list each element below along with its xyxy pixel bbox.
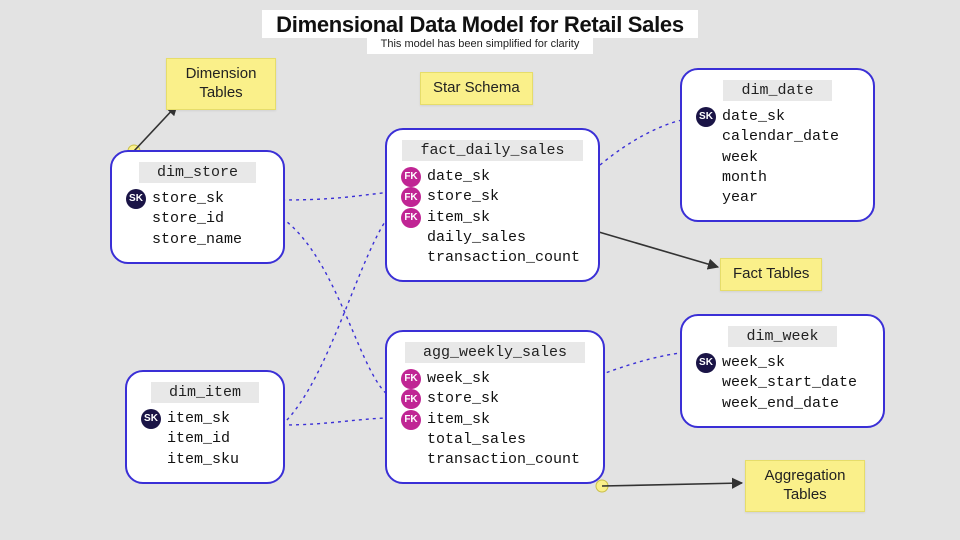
column-row: SK date_sk [696,107,859,127]
column-label: store_sk [427,187,499,207]
column-row: FK store_sk [401,389,589,409]
column-list: FK week_sk FK store_sk FK item_sktotal_salest… [401,369,589,470]
column-row: FK item_sk [401,410,589,430]
sticky-text: Fact Tables [733,265,809,282]
column-list: SK week_skweek_start_dateweek_end_date [696,353,869,414]
column-label: item_sku [167,450,239,470]
table-fact-daily-sales: fact_daily_sales FK date_sk FK store_sk FK it… [385,128,600,282]
sk-badge: SK [141,409,161,429]
column-list: FK date_sk FK store_sk FK item_skdaily_salest… [401,167,584,268]
column-row: month [696,168,859,188]
column-row: calendar_date [696,127,859,147]
column-row: total_sales [401,430,589,450]
diagram-title: Dimensional Data Model for Retail Sales [262,10,698,38]
column-row: transaction_count [401,450,589,470]
table-dim-date: dim_date SK date_skcalendar_dateweekmonth… [680,68,875,222]
column-row: FK item_sk [401,208,584,228]
column-list: SK item_skitem_iditem_sku [141,409,269,470]
table-name: dim_date [723,80,831,101]
column-row: item_sku [141,450,269,470]
diagram-subtitle: This model has been simplified for clari… [367,38,594,54]
fk-badge: FK [401,208,421,228]
column-row: week_start_date [696,373,869,393]
column-row: store_name [126,230,269,250]
diagram-header: Dimensional Data Model for Retail Sales … [0,10,960,54]
column-label: date_sk [427,167,490,187]
column-label: week_end_date [722,394,839,414]
table-dim-store: dim_store SK store_skstore_idstore_name [110,150,285,264]
column-label: transaction_count [427,450,580,470]
column-label: year [722,188,758,208]
column-row: SK week_sk [696,353,869,373]
column-label: calendar_date [722,127,839,147]
table-dim-week: dim_week SK week_skweek_start_dateweek_en… [680,314,885,428]
sk-badge: SK [696,107,716,127]
column-list: SK date_skcalendar_dateweekmonthyear [696,107,859,208]
column-label: week_sk [427,369,490,389]
table-name: dim_store [139,162,256,183]
column-row: year [696,188,859,208]
table-name: fact_daily_sales [402,140,582,161]
fk-badge: FK [401,369,421,389]
column-label: week_start_date [722,373,857,393]
column-row: FK week_sk [401,369,589,389]
column-label: date_sk [722,107,785,127]
column-label: store_sk [427,389,499,409]
table-name: dim_week [728,326,836,347]
fk-badge: FK [401,389,421,409]
column-label: item_sk [427,208,490,228]
table-name: agg_weekly_sales [405,342,585,363]
column-row: FK store_sk [401,187,584,207]
column-row: store_id [126,209,269,229]
column-label: store_name [152,230,242,250]
column-row: week [696,148,859,168]
sticky-aggregation-tables: Aggregation Tables [745,460,865,512]
sticky-star-schema: Star Schema [420,72,533,105]
table-name: dim_item [151,382,259,403]
column-label: daily_sales [427,228,526,248]
column-label: item_sk [427,410,490,430]
fk-badge: FK [401,187,421,207]
column-label: total_sales [427,430,526,450]
column-row: week_end_date [696,394,869,414]
column-list: SK store_skstore_idstore_name [126,189,269,250]
table-agg-weekly-sales: agg_weekly_sales FK week_sk FK store_sk FK it… [385,330,605,484]
column-label: item_id [167,429,230,449]
fk-badge: FK [401,167,421,187]
column-label: week_sk [722,353,785,373]
sk-badge: SK [696,353,716,373]
column-row: SK item_sk [141,409,269,429]
column-row: item_id [141,429,269,449]
column-label: store_sk [152,189,224,209]
column-label: store_id [152,209,224,229]
column-row: FK date_sk [401,167,584,187]
column-label: month [722,168,767,188]
sticky-dimension-tables: Dimension Tables [166,58,276,110]
sticky-text-line1: Dimension [186,65,257,82]
sk-badge: SK [126,189,146,209]
sticky-text-line2: Tables [783,486,826,503]
sticky-text-line2: Tables [199,84,242,101]
column-row: daily_sales [401,228,584,248]
column-row: SK store_sk [126,189,269,209]
sticky-fact-tables: Fact Tables [720,258,822,291]
column-label: item_sk [167,409,230,429]
sticky-text: Star Schema [433,79,520,96]
fk-badge: FK [401,410,421,430]
sticky-text-line1: Aggregation [765,467,846,484]
column-label: transaction_count [427,248,580,268]
column-label: week [722,148,758,168]
table-dim-item: dim_item SK item_skitem_iditem_sku [125,370,285,484]
column-row: transaction_count [401,248,584,268]
